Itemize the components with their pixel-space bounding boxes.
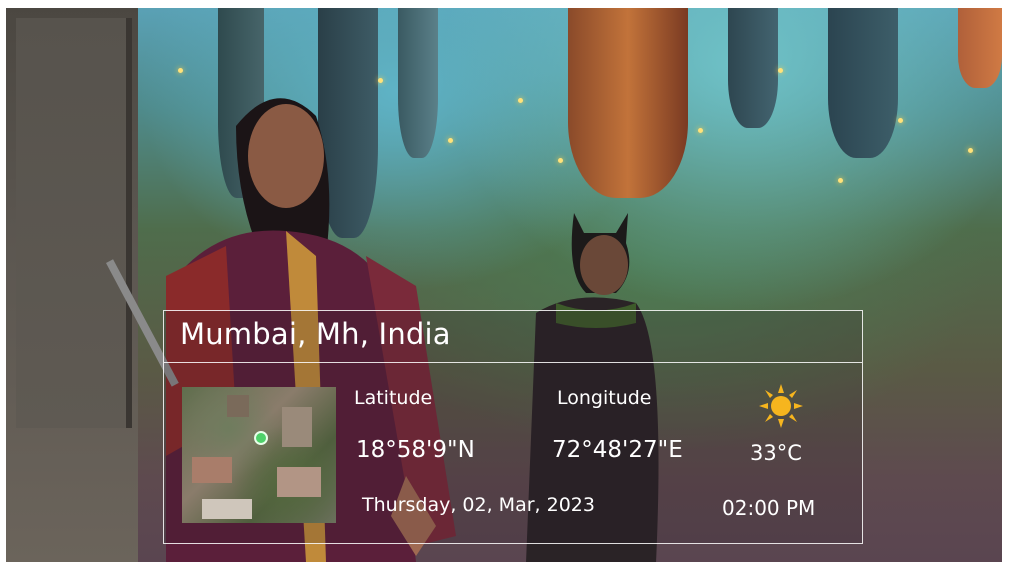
tree-trunk	[828, 8, 898, 158]
map-building	[277, 467, 321, 497]
location-card: Mumbai, Mh, India Latitude Longitude 18°…	[163, 310, 863, 544]
time-value: 02:00 PM	[722, 496, 816, 520]
firefly	[698, 128, 703, 133]
tree-trunk	[728, 8, 778, 128]
longitude-value: 72°48'27"E	[552, 437, 683, 463]
photo-scene: Mumbai, Mh, India Latitude Longitude 18°…	[0, 0, 1009, 565]
map-building	[202, 499, 252, 519]
tree-trunk	[958, 8, 1002, 88]
map-pin-icon	[254, 431, 268, 445]
latitude-value: 18°58'9"N	[356, 437, 475, 463]
map-building	[192, 457, 232, 483]
firefly	[898, 118, 903, 123]
longitude-label: Longitude	[557, 387, 652, 409]
map-building	[227, 395, 249, 417]
card-header: Mumbai, Mh, India	[164, 311, 862, 363]
firefly	[518, 98, 523, 103]
tree-trunk	[568, 8, 688, 198]
firefly	[968, 148, 973, 153]
firefly	[778, 68, 783, 73]
map-thumbnail[interactable]	[182, 387, 336, 523]
sun-icon	[759, 384, 803, 428]
latitude-label: Latitude	[354, 387, 433, 409]
location-title: Mumbai, Mh, India	[180, 317, 451, 351]
firefly	[838, 178, 843, 183]
date-value: Thursday, 02, Mar, 2023	[362, 494, 595, 516]
temperature-value: 33°C	[750, 441, 802, 465]
firefly	[558, 158, 563, 163]
wall-panel	[16, 18, 132, 428]
map-building	[282, 407, 312, 447]
